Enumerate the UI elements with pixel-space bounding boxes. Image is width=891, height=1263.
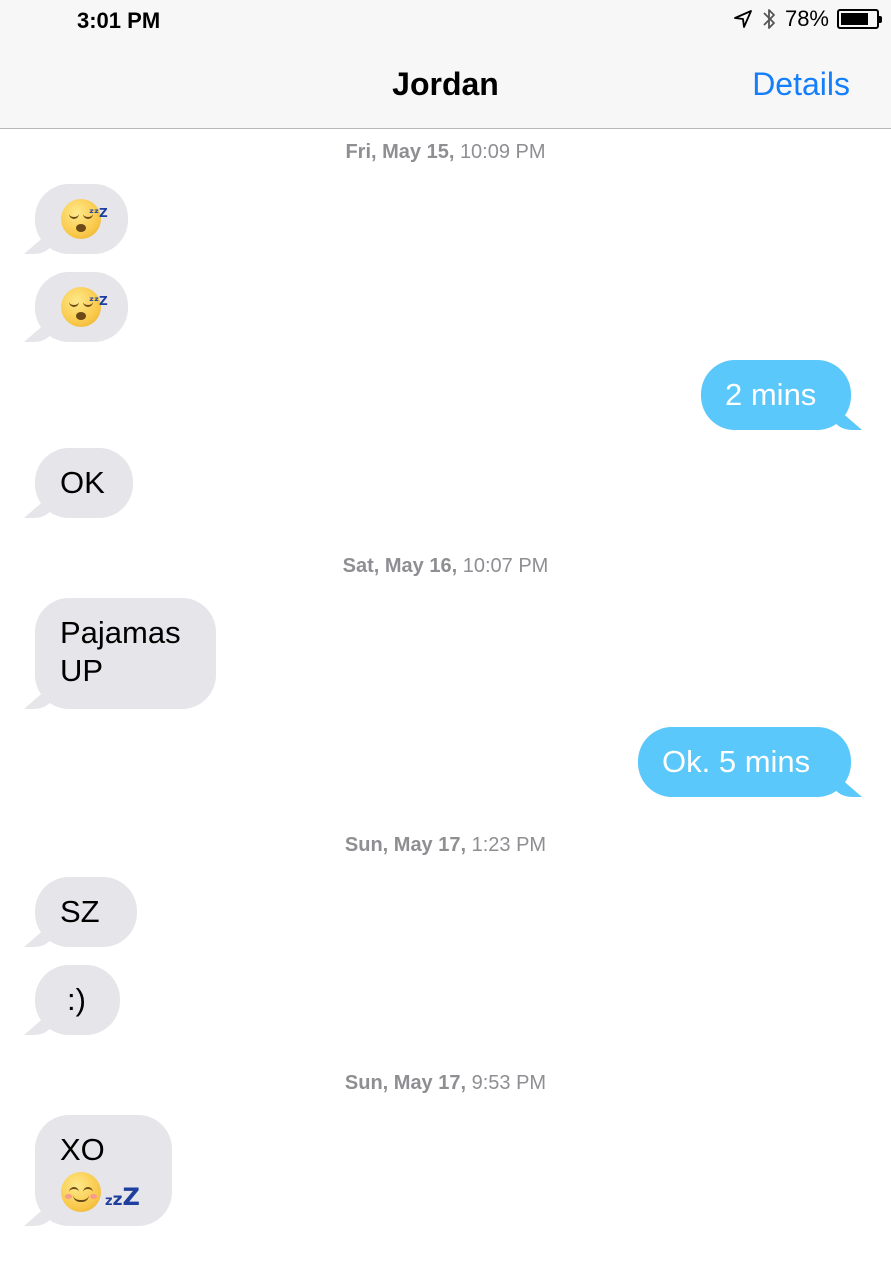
message-text: Pajamas UP (60, 615, 181, 688)
bluetooth-icon (763, 9, 775, 29)
status-time: 3:01 PM (77, 8, 161, 33)
top-bar: 3:01 PM 78% Jordan Details (0, 0, 891, 129)
battery-icon (837, 9, 882, 29)
message-bubble-incoming[interactable]: ᶻᶻZ (35, 184, 128, 254)
status-icons: 78% (733, 6, 882, 32)
message-bubble-incoming[interactable]: Pajamas UP (35, 598, 216, 709)
message-text: XO (60, 1132, 105, 1167)
battery-percent: 78% (784, 6, 829, 31)
message-text: Ok. 5 mins (662, 744, 811, 779)
message-bubble-incoming[interactable]: SZ (35, 877, 137, 947)
timestamp: Sat, May 16, 10:07 PM (342, 555, 549, 577)
zzz-icon: ᶻᶻZ (89, 294, 108, 308)
message-text: OK (60, 465, 105, 500)
message-text: 2 mins (725, 377, 817, 412)
smiling-face-icon (61, 1172, 101, 1212)
zzz-icon: zzZ (105, 1183, 140, 1211)
timestamp: Sun, May 17, 9:53 PM (344, 1072, 547, 1094)
zzz-icon: ᶻᶻZ (89, 206, 108, 220)
message-bubble-outgoing[interactable]: Ok. 5 mins (638, 727, 851, 797)
message-text: :) (67, 982, 86, 1017)
message-bubble-incoming[interactable]: :) (35, 965, 120, 1035)
message-bubble-outgoing[interactable]: 2 mins (701, 360, 851, 430)
message-bubble-incoming[interactable]: OK (35, 448, 133, 518)
message-bubble-incoming[interactable]: XO zzZ (35, 1115, 172, 1226)
location-arrow-icon (734, 10, 752, 28)
details-button[interactable]: Details (752, 66, 850, 103)
timestamp: Fri, May 15, 10:09 PM (345, 141, 546, 163)
message-text: SZ (60, 894, 100, 929)
battery-level (841, 13, 868, 25)
timestamp: Sun, May 17, 1:23 PM (344, 834, 547, 856)
message-bubble-incoming[interactable]: ᶻᶻZ (35, 272, 128, 342)
